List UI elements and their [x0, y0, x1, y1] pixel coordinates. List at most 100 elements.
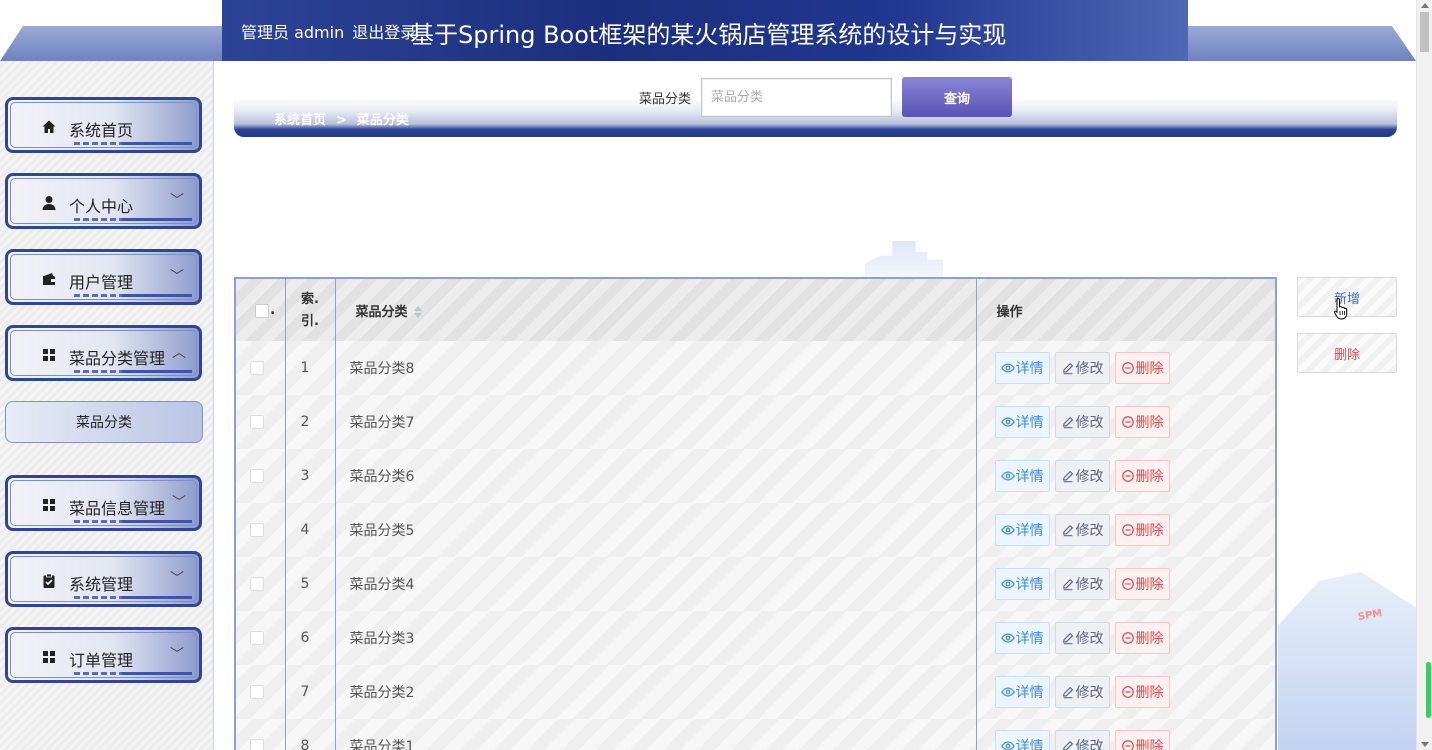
scroll-up-arrow-icon[interactable]: [1421, 3, 1429, 8]
row-category-name: 菜品分类5: [335, 503, 977, 557]
delete-button[interactable]: 删除: [1114, 352, 1170, 384]
delete-button[interactable]: 删除: [1114, 514, 1170, 546]
row-actions: 详情 修改 删除: [976, 557, 1275, 611]
row-check-cell: [236, 503, 286, 557]
sidebar-item-orders[interactable]: 订单管理 ﹀: [5, 627, 202, 683]
detail-button[interactable]: 详情: [994, 676, 1050, 708]
batch-delete-button[interactable]: 删除: [1297, 333, 1397, 373]
remove-circle-icon: [1121, 469, 1136, 483]
edit-button[interactable]: 修改: [1054, 568, 1110, 600]
delete-button[interactable]: 删除: [1114, 406, 1170, 438]
row-checkbox[interactable]: [250, 631, 264, 645]
scroll-down-arrow-icon[interactable]: [1421, 742, 1429, 747]
detail-button[interactable]: 详情: [994, 460, 1050, 492]
header-left-wing: [0, 26, 230, 61]
logout-link[interactable]: 退出登录: [352, 23, 416, 42]
system-title: 基于Spring Boot框架的某火锅店管理系统的设计与实现: [410, 21, 1007, 49]
sidebar-item-dish-info-mgmt[interactable]: 菜品信息管理 ﹀: [5, 475, 202, 531]
edit-button[interactable]: 修改: [1054, 676, 1110, 708]
row-check-cell: [236, 719, 286, 750]
remove-circle-icon: [1121, 523, 1136, 537]
add-button[interactable]: 新增: [1297, 277, 1397, 317]
select-all-checkbox[interactable]: [255, 303, 269, 318]
remove-circle-icon: [1121, 739, 1136, 750]
row-actions: 详情 修改 删除: [976, 611, 1275, 665]
table-header-row: . 索. 引. 菜品分类 操作: [236, 279, 1275, 341]
edit-icon: [1061, 685, 1076, 699]
edit-button[interactable]: 修改: [1054, 406, 1110, 438]
detail-button[interactable]: 详情: [994, 622, 1050, 654]
eye-icon: [1000, 631, 1016, 645]
index-header-char: 引.: [301, 314, 319, 329]
delete-button[interactable]: 删除: [1114, 676, 1170, 708]
row-index: 4: [285, 503, 336, 557]
row-check-cell: [236, 611, 286, 665]
dish-category-table: . 索. 引. 菜品分类 操作 1 菜品分类8 详情 修改 删除 2 菜品分类7 详情 修改 删除 3…: [234, 277, 1277, 750]
query-button[interactable]: 查询: [902, 77, 1012, 117]
row-checkbox[interactable]: [250, 685, 264, 699]
eye-icon: [1000, 577, 1016, 591]
menu-underline: [74, 520, 192, 523]
sidebar-subitem-dish-category[interactable]: 菜品分类: [5, 401, 203, 443]
detail-button[interactable]: 详情: [994, 406, 1050, 438]
edit-button[interactable]: 修改: [1054, 514, 1110, 546]
edit-button[interactable]: 修改: [1054, 622, 1110, 654]
eye-icon: [1000, 415, 1016, 429]
scrollbar-thumb[interactable]: [1420, 12, 1429, 52]
building-decoration: SPM: [1278, 572, 1416, 750]
row-check-cell: [236, 395, 286, 449]
column-header-index: 索. 引.: [285, 279, 336, 341]
search-input[interactable]: [701, 78, 892, 117]
row-actions: 详情 修改 删除: [976, 719, 1275, 750]
edit-button[interactable]: 修改: [1054, 352, 1110, 384]
row-checkbox[interactable]: [250, 361, 264, 375]
delete-button[interactable]: 删除: [1114, 730, 1170, 750]
row-category-name: 菜品分类6: [335, 449, 977, 503]
remove-circle-icon: [1121, 685, 1136, 699]
table-row: 3 菜品分类6 详情 修改 删除: [236, 449, 1275, 503]
row-checkbox[interactable]: [250, 739, 264, 750]
column-header-ops: 操作: [996, 304, 1023, 320]
table-row: 4 菜品分类5 详情 修改 删除: [236, 503, 1275, 557]
sidebar-item-users[interactable]: 用户管理 ﹀: [5, 249, 202, 305]
sort-icon[interactable]: [413, 305, 422, 319]
sidebar-item-system-mgmt[interactable]: 系统管理 ﹀: [5, 551, 202, 607]
detail-button[interactable]: 详情: [994, 352, 1050, 384]
breadcrumb-home-link[interactable]: 系统首页: [274, 113, 326, 128]
row-check-cell: [236, 341, 286, 395]
building-decoration: [865, 241, 943, 278]
wallet-icon: [43, 273, 55, 285]
eye-icon: [1000, 523, 1016, 537]
detail-button[interactable]: 详情: [994, 730, 1050, 750]
chevron-down-icon: ﹀: [172, 495, 186, 511]
detail-button[interactable]: 详情: [994, 568, 1050, 600]
row-checkbox[interactable]: [250, 523, 264, 537]
delete-button[interactable]: 删除: [1114, 568, 1170, 600]
detail-button[interactable]: 详情: [994, 514, 1050, 546]
row-checkbox[interactable]: [250, 415, 264, 429]
column-header-name[interactable]: 菜品分类: [335, 279, 977, 341]
row-index: 6: [285, 611, 336, 665]
sidebar-item-home[interactable]: 系统首页: [5, 97, 202, 153]
edit-icon: [1061, 361, 1076, 375]
user-info: 管理员 admin 退出登录: [241, 19, 424, 43]
remove-circle-icon: [1121, 415, 1136, 429]
delete-button[interactable]: 删除: [1114, 460, 1170, 492]
row-category-name: 菜品分类4: [335, 557, 977, 611]
edit-button[interactable]: 修改: [1054, 730, 1110, 750]
sidebar-item-dish-category-mgmt[interactable]: 菜品分类管理 ︿: [5, 325, 202, 381]
delete-button[interactable]: 删除: [1114, 622, 1170, 654]
row-checkbox[interactable]: [250, 469, 264, 483]
row-actions: 详情 修改 删除: [976, 665, 1275, 719]
remove-circle-icon: [1121, 631, 1136, 645]
edit-icon: [1061, 523, 1076, 537]
edit-button[interactable]: 修改: [1054, 460, 1110, 492]
sidebar-item-profile[interactable]: 个人中心 ﹀: [5, 173, 202, 229]
menu-underline: [74, 218, 192, 221]
select-all-cell: .: [236, 279, 286, 341]
chevron-down-icon: ﹀: [170, 269, 184, 285]
row-index: 7: [285, 665, 336, 719]
row-checkbox[interactable]: [250, 577, 264, 591]
remove-circle-icon: [1121, 577, 1136, 591]
page-scrollbar[interactable]: [1416, 0, 1432, 750]
